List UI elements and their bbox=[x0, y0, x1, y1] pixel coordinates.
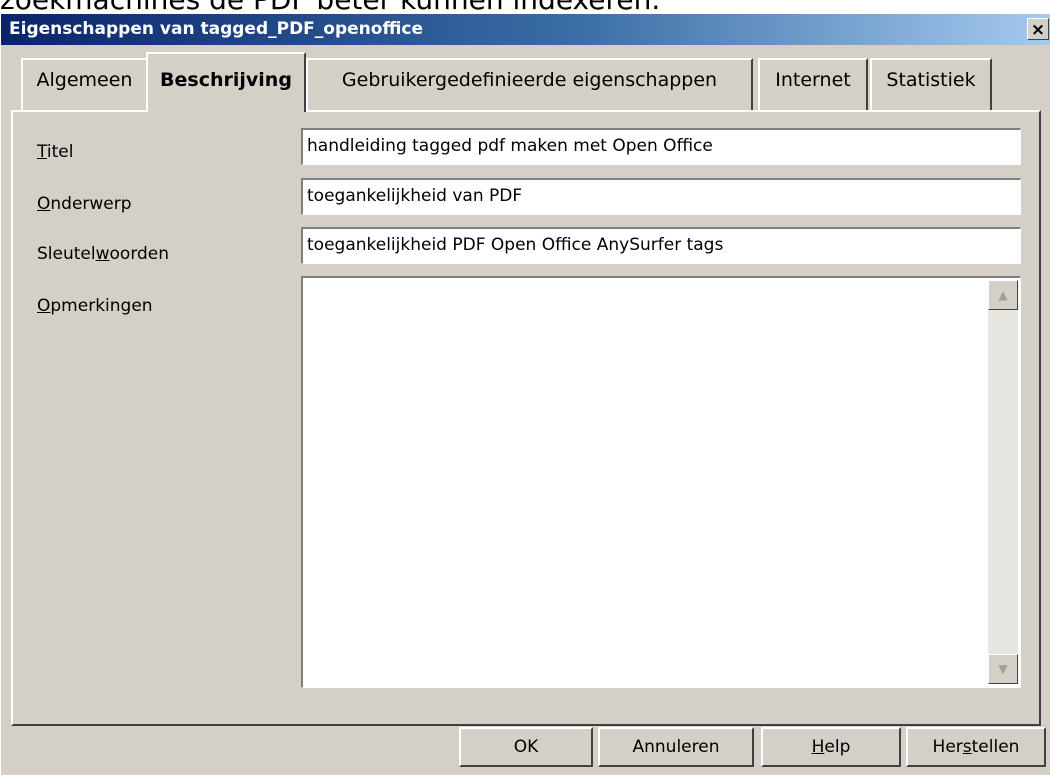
window-title: Eigenschappen van tagged_PDF_openoffice bbox=[9, 19, 424, 39]
title-field[interactable]: handleiding tagged pdf maken met Open Of… bbox=[301, 128, 1021, 165]
cancel-button[interactable]: Annuleren bbox=[598, 727, 754, 767]
keywords-field[interactable]: toegankelijkheid PDF Open Office AnySurf… bbox=[301, 227, 1021, 264]
subject-field[interactable]: toegankelijkheid van PDF bbox=[301, 178, 1021, 215]
tab-custom-properties[interactable]: Gebruikergedefinieerde eigenschappen bbox=[306, 58, 753, 110]
scroll-up-icon[interactable]: ▲ bbox=[988, 280, 1018, 310]
reset-button[interactable]: Herstellen bbox=[906, 727, 1046, 767]
properties-dialog: Eigenschappen van tagged_PDF_openoffice … bbox=[0, 14, 1050, 775]
comments-textarea[interactable]: ▲ ▼ bbox=[301, 276, 1021, 688]
help-button[interactable]: Help bbox=[761, 727, 901, 767]
tab-internet[interactable]: Internet bbox=[758, 58, 868, 110]
close-button[interactable]: × bbox=[1027, 18, 1049, 40]
tab-statistiek[interactable]: Statistiek bbox=[870, 58, 992, 110]
scroll-down-icon[interactable]: ▼ bbox=[988, 654, 1018, 684]
tab-beschrijving[interactable]: Beschrijving bbox=[146, 52, 306, 112]
close-icon: × bbox=[1030, 20, 1046, 40]
title-bar[interactable]: Eigenschappen van tagged_PDF_openoffice … bbox=[1, 14, 1050, 45]
tab-algemeen[interactable]: Algemeen bbox=[21, 58, 148, 110]
ok-button[interactable]: OK bbox=[459, 727, 593, 767]
comments-scrollbar[interactable]: ▲ ▼ bbox=[988, 280, 1018, 684]
